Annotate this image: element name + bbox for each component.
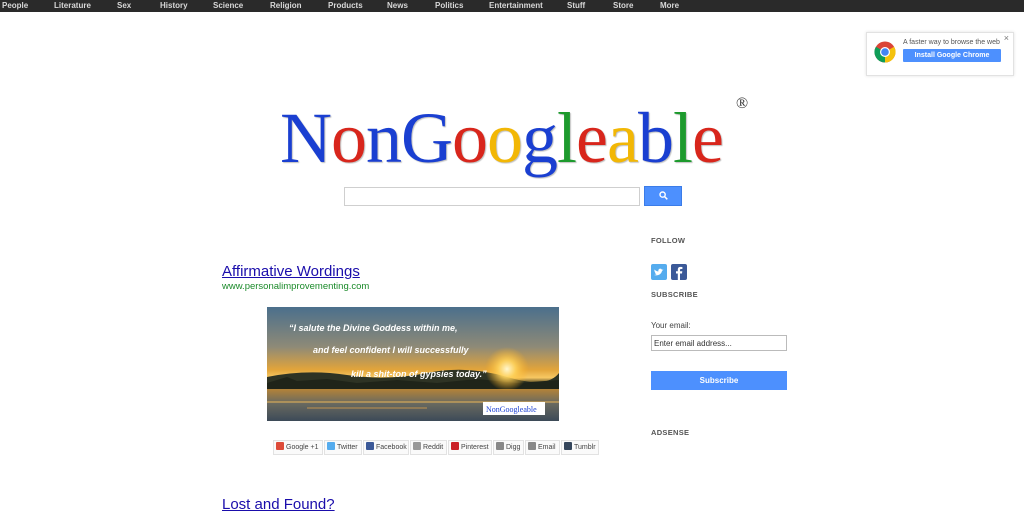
logo-letter: a [606,98,639,178]
twitter-icon[interactable] [651,264,667,280]
tumblr-icon [564,442,572,450]
subscribe-heading: SUBSCRIBE [651,290,698,299]
nav-item-more[interactable]: More [660,0,679,12]
nav-item-news[interactable]: News [387,0,408,12]
share-bar: Google +1 Twitter Facebook Reddit Pinter… [273,440,601,455]
nav-item-religion[interactable]: Religion [270,0,302,12]
google-plus-icon [276,442,284,450]
post-url[interactable]: www.personalimprovementing.com [222,281,369,292]
search-input[interactable] [344,187,640,206]
logo-letter: G [401,98,453,178]
nav-item-store[interactable]: Store [613,0,633,12]
nav-item-products[interactable]: Products [328,0,363,12]
logo-letter: o [331,98,367,178]
search-icon [659,191,668,200]
image-quote-line1: “I salute the Divine Goddess within me, [289,323,458,333]
image-quote-line3: kill a shit-ton of gypsies today.” [351,369,487,379]
logo-letter: N [280,98,332,178]
logo-letter: g [522,98,558,178]
nav-item-sex[interactable]: Sex [117,0,131,12]
nav-item-literature[interactable]: Literature [54,0,91,12]
chrome-promo: A faster way to browse the web Install G… [866,32,1014,76]
share-digg-button[interactable]: Digg [493,440,524,455]
chrome-logo-icon [874,41,896,63]
subscribe-button[interactable]: Subscribe [651,371,787,390]
nav-item-science[interactable]: Science [213,0,243,12]
post-title[interactable]: Lost and Found? [222,496,335,513]
digg-icon [496,442,504,450]
post-image[interactable]: “I salute the Divine Goddess within me, … [267,307,559,421]
twitter-icon [327,442,335,450]
facebook-icon [366,442,374,450]
logo-text: NonGoogleable [280,98,724,178]
nav-item-people[interactable]: People [2,0,28,12]
pinterest-icon [451,442,459,450]
share-google-button[interactable]: Google +1 [273,440,323,455]
close-icon[interactable]: × [1004,34,1009,43]
share-facebook-button[interactable]: Facebook [363,440,409,455]
facebook-icon[interactable] [671,264,687,280]
email-icon [528,442,536,450]
email-label: Your email: [651,321,691,330]
share-reddit-button[interactable]: Reddit [410,440,447,455]
logo-letter: o [452,98,488,178]
nav-item-history[interactable]: History [160,0,188,12]
nav-item-entertainment[interactable]: Entertainment [489,0,543,12]
registered-mark: ® [736,95,748,112]
nav-item-politics[interactable]: Politics [435,0,463,12]
logo-letter: o [487,98,523,178]
install-chrome-button[interactable]: Install Google Chrome [903,49,1001,62]
twitter-bird-icon [654,268,664,276]
search-button[interactable] [644,186,682,206]
share-tumblr-button[interactable]: Tumblr [561,440,599,455]
share-twitter-button[interactable]: Twitter [324,440,362,455]
share-email-button[interactable]: Email [525,440,560,455]
site-logo[interactable]: NonGoogleable ® [280,95,760,188]
nav-item-stuff[interactable]: Stuff [567,0,585,12]
image-quote-line2: and feel confident I will successfully [313,345,470,355]
post-title[interactable]: Affirmative Wordings [222,263,360,280]
logo-letter: l [672,98,693,178]
logo-letter: e [691,98,724,178]
adsense-heading: ADSENSE [651,428,690,437]
follow-heading: FOLLOW [651,236,686,245]
share-pinterest-button[interactable]: Pinterest [448,440,492,455]
email-field[interactable]: Enter email address... [651,335,787,351]
reddit-icon [413,442,421,450]
top-nav: People Literature Sex History Science Re… [0,0,1024,12]
facebook-f-icon [676,266,683,280]
logo-letter: n [366,98,402,178]
logo-letter: e [576,98,608,178]
promo-tagline: A faster way to browse the web [903,39,1000,46]
image-watermark: NonGoogleable [486,405,537,414]
logo-letter: b [637,98,674,178]
logo-letter: l [557,98,577,178]
